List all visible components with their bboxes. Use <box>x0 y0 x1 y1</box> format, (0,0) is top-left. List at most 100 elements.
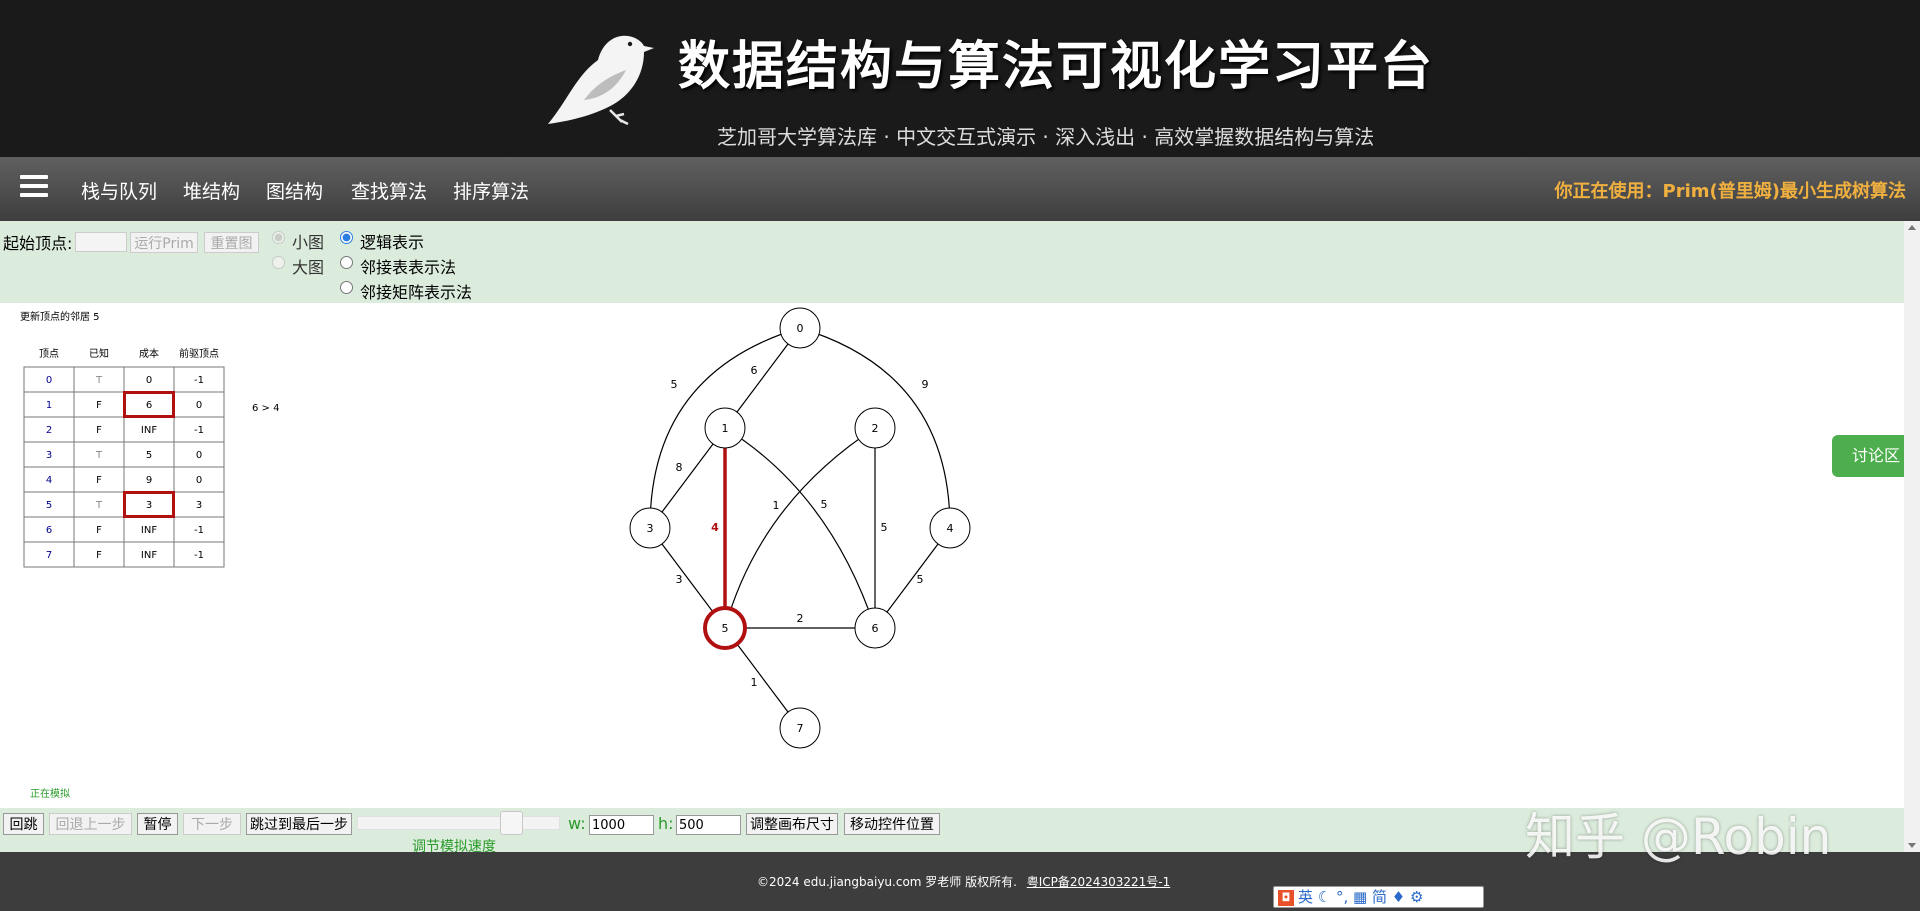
status-message: 更新顶点的邻居 5 <box>20 310 100 323</box>
table-cell-text: INF <box>141 550 157 561</box>
canvas-height-input[interactable] <box>676 815 741 835</box>
pause-button[interactable]: 暂停 <box>137 813 178 835</box>
vertex-label: 6 <box>872 622 879 635</box>
graph-edge <box>724 427 876 629</box>
run-prim-button[interactable]: 运行Prim <box>130 232 198 253</box>
vertex-label: 2 <box>872 422 879 435</box>
footer-text: ©2024 edu.jiangbaiyu.com 罗老师 版权所有. 粤ICP备… <box>757 873 1170 890</box>
edge-weight-label: 5 <box>821 498 828 511</box>
table-cell-text: -1 <box>194 525 204 536</box>
site-subtitle: 芝加哥大学算法库 · 中文交互式演示 · 深入浅出 · 高效掌握数据结构与算法 <box>717 125 1375 149</box>
graph-visualization: 更新顶点的邻居 5 6 > 4 正在模拟 顶点 已知 成本 前驱顶点 0 T 0 -1 1 F 6 0… <box>20 307 971 800</box>
table-cell-text: 5 <box>146 450 152 461</box>
ime-toolbar[interactable]: ◘ 英 ☾ °, ▦ 简 ♦ ⚙ <box>1273 886 1484 908</box>
step-forward-button[interactable]: 下一步 <box>183 813 241 835</box>
table-cell-text: 5 <box>46 500 52 511</box>
scroll-up-arrow-icon[interactable] <box>1908 225 1916 230</box>
width-label: w: <box>568 814 586 833</box>
table-cell-text: T <box>95 450 103 461</box>
small-graph-label: 小图 <box>292 233 325 252</box>
ime-tools[interactable]: 英 ☾ °, ▦ 简 ♦ ⚙ <box>1298 888 1423 906</box>
table-cell-text: 0 <box>196 400 202 411</box>
matrix-view-radio[interactable] <box>340 281 353 294</box>
start-vertex-input[interactable] <box>75 232 127 252</box>
edge-weight-label: 5 <box>881 521 888 534</box>
comparison-message: 6 > 4 <box>252 403 279 414</box>
nav-item-search[interactable]: 查找算法 <box>351 177 427 204</box>
vertex-label: 5 <box>722 622 729 635</box>
table-cell-text: 0 <box>196 450 202 461</box>
large-graph-label: 大图 <box>292 258 325 277</box>
nav-item-stack-queue[interactable]: 栈与队列 <box>81 177 157 204</box>
table-cell-text: -1 <box>194 550 204 561</box>
edge-weight-label: 3 <box>676 573 683 586</box>
vertex-label: 1 <box>722 422 729 435</box>
icp-link[interactable]: 粤ICP备2024303221号-1 <box>1027 875 1170 889</box>
table-cell-text: 6 <box>146 400 152 411</box>
table-header: 成本 <box>139 347 159 360</box>
speed-slider-track[interactable] <box>357 816 560 830</box>
table-cell-text: 0 <box>146 375 152 386</box>
edge-weight-label: 4 <box>711 521 719 534</box>
speed-slider-handle[interactable] <box>500 811 523 835</box>
height-label: h: <box>658 814 674 833</box>
table-header: 前驱顶点 <box>179 347 219 360</box>
app-root: 数据结构与算法可视化学习平台 芝加哥大学算法库 · 中文交互式演示 · 深入浅出… <box>0 0 1920 911</box>
table-cell-text: -1 <box>194 375 204 386</box>
scroll-down-arrow-icon[interactable] <box>1908 843 1916 848</box>
scrollbar[interactable] <box>1904 221 1920 852</box>
ime-logo-icon: ◘ <box>1278 889 1294 906</box>
table-cell-text: F <box>96 475 102 486</box>
reset-graph-button[interactable]: 重置图 <box>204 232 259 253</box>
table-cell-text: 9 <box>146 475 152 486</box>
edge-weight-label: 9 <box>922 378 929 391</box>
restart-button[interactable]: 回跳 <box>3 813 44 835</box>
simulation-status: 正在模拟 <box>30 787 70 800</box>
start-vertex-label: 起始顶点: <box>3 234 73 253</box>
edge-weight-label: 8 <box>676 461 683 474</box>
table-cell-text: 0 <box>46 375 52 386</box>
bird-logo-icon <box>548 35 654 126</box>
table-header: 顶点 <box>39 348 59 360</box>
resize-canvas-button[interactable]: 调整画布尺寸 <box>746 813 838 835</box>
edge-weight-label: 1 <box>773 499 780 512</box>
table-cell-text: T <box>95 500 103 511</box>
table-cell-text: 1 <box>46 400 52 411</box>
main-navbar: 栈与队列 堆结构 图结构 查找算法 排序算法 你正在使用：Prim(普里姆)最小… <box>0 157 1920 221</box>
step-back-button[interactable]: 回退上一步 <box>49 813 132 835</box>
table-cell-text: 7 <box>46 550 52 561</box>
table-cell-text: 3 <box>196 500 202 511</box>
edge-weight-label: 5 <box>671 378 678 391</box>
table-cell-text: -1 <box>194 425 204 436</box>
nav-item-sort[interactable]: 排序算法 <box>453 177 529 204</box>
hamburger-menu-icon[interactable] <box>20 175 48 203</box>
table-header: 已知 <box>89 347 109 360</box>
visualization-canvas: 更新顶点的邻居 5 6 > 4 正在模拟 顶点 已知 成本 前驱顶点 0 T 0 -1 1 F 6 0… <box>0 303 1904 808</box>
graph-edge <box>724 427 876 629</box>
table-cell-text: INF <box>141 525 157 536</box>
nav-item-heap[interactable]: 堆结构 <box>183 177 240 204</box>
table-cell-text: T <box>95 375 103 386</box>
table-cell-text: F <box>96 425 102 436</box>
logical-view-label: 逻辑表示 <box>360 233 425 252</box>
vertex-label: 0 <box>797 322 804 335</box>
table-cell-text: 4 <box>46 475 52 486</box>
adjlist-view-radio[interactable] <box>340 256 353 269</box>
vertex-label: 4 <box>947 522 954 535</box>
move-controls-button[interactable]: 移动控件位置 <box>844 813 940 835</box>
nav-item-graph[interactable]: 图结构 <box>266 177 323 204</box>
skip-to-end-button[interactable]: 跳过到最后一步 <box>246 813 352 835</box>
canvas-width-input[interactable] <box>589 815 654 835</box>
animation-controls: 回跳 回退上一步 暂停 下一步 跳过到最后一步 调节模拟速度 w: h: 调整画… <box>0 808 1904 855</box>
site-footer: ©2024 edu.jiangbaiyu.com 罗老师 版权所有. 粤ICP备… <box>0 852 1920 911</box>
table-cell-text: F <box>96 525 102 536</box>
table-cell-text: F <box>96 400 102 411</box>
large-graph-radio[interactable] <box>272 256 285 269</box>
site-title: 数据结构与算法可视化学习平台 <box>678 37 1435 97</box>
current-algorithm-label: 你正在使用：Prim(普里姆)最小生成树算法 <box>1554 181 1906 202</box>
vertex-label: 7 <box>797 722 804 735</box>
table-cell-text: INF <box>141 425 157 436</box>
small-graph-radio[interactable] <box>272 231 285 244</box>
matrix-view-label: 邻接矩阵表示法 <box>360 283 473 302</box>
logical-view-radio[interactable] <box>340 231 353 244</box>
